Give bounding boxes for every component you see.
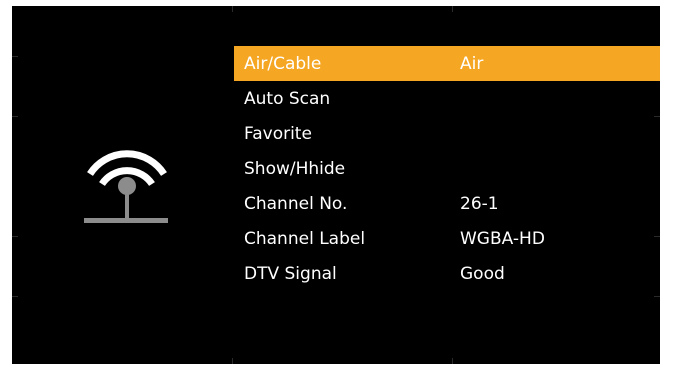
menu-item-label: Favorite (244, 123, 312, 144)
edge-tick (232, 358, 233, 364)
antenna-signal-icon (82, 146, 172, 236)
menu-item-value: Air (460, 53, 484, 74)
menu-item-label: Channel Label (244, 228, 366, 249)
menu-item-label: Channel No. (244, 193, 348, 214)
edge-tick (12, 56, 18, 57)
edge-tick (12, 116, 18, 117)
menu-item-dtv-signal[interactable]: DTV Signal Good (234, 256, 660, 291)
edge-tick (452, 6, 453, 12)
edge-tick (12, 236, 18, 237)
menu-item-show-hide[interactable]: Show/Hhide (234, 151, 660, 186)
menu-item-air-cable[interactable]: Air/Cable Air (234, 46, 660, 81)
menu-item-auto-scan[interactable]: Auto Scan (234, 81, 660, 116)
menu-item-favorite[interactable]: Favorite (234, 116, 660, 151)
settings-menu: Air/Cable Air Auto Scan Favorite Show/Hh… (234, 46, 660, 291)
edge-tick (232, 6, 233, 12)
edge-tick (654, 296, 660, 297)
menu-item-value: WGBA-HD (460, 228, 545, 249)
edge-tick (452, 358, 453, 364)
menu-item-value: Good (460, 263, 505, 284)
menu-item-label: Air/Cable (244, 53, 322, 74)
menu-item-label: Show/Hhide (244, 158, 346, 179)
menu-item-value: 26-1 (460, 193, 499, 214)
edge-tick (12, 296, 18, 297)
tv-menu-screen: Air/Cable Air Auto Scan Favorite Show/Hh… (12, 6, 660, 364)
menu-item-label: Auto Scan (244, 88, 331, 109)
menu-item-label: DTV Signal (244, 263, 337, 284)
menu-item-channel-no[interactable]: Channel No. 26-1 (234, 186, 660, 221)
menu-item-channel-label[interactable]: Channel Label WGBA-HD (234, 221, 660, 256)
